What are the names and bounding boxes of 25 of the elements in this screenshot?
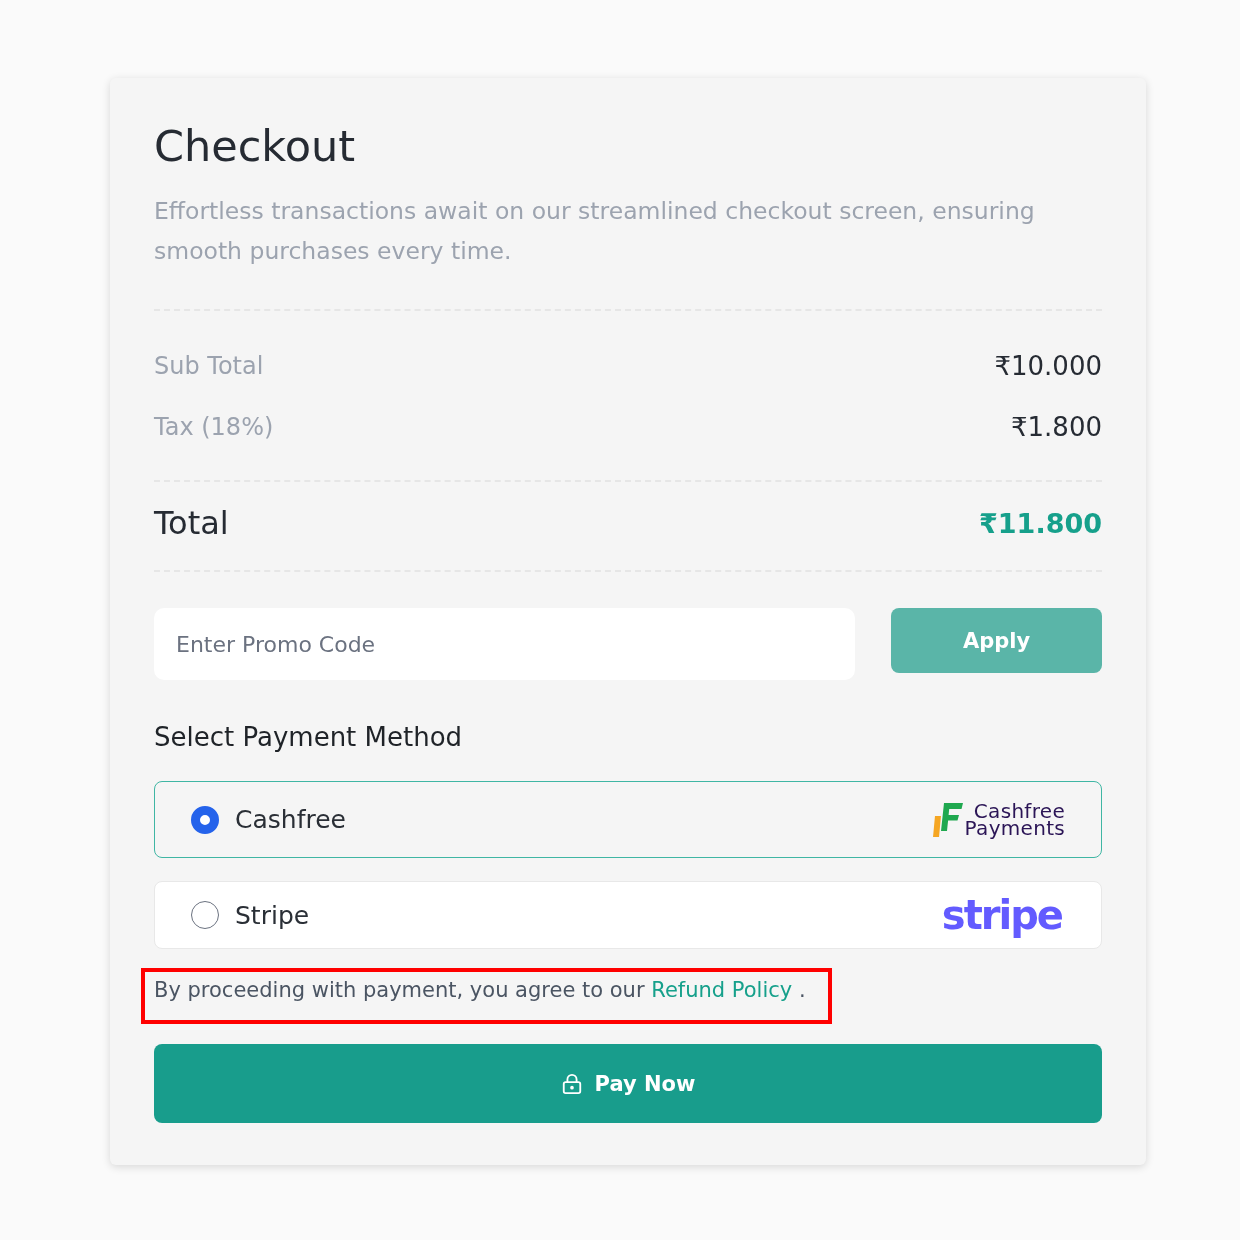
payment-option[interactable]: Stripe stripe xyxy=(154,881,1102,949)
summary-label: Tax (18%) xyxy=(154,413,274,441)
checkout-title: Checkout xyxy=(154,120,357,173)
logo-text: Payments xyxy=(964,819,1065,837)
summary-value: ₹1.800 xyxy=(1011,412,1102,442)
section-heading: Select Payment Method xyxy=(154,721,464,754)
promo-code-field[interactable]: Enter Promo Code xyxy=(154,608,855,680)
checkout-description: Effortless transactions await on our streamlined checkout screen, ensuring smooth purchases every time. xyxy=(154,196,1036,267)
apply-button[interactable]: Apply xyxy=(891,608,1102,673)
lock-icon xyxy=(560,1072,583,1095)
summary-value: ₹10.000 xyxy=(994,351,1102,381)
pay-now-button[interactable]: Pay Now xyxy=(154,1044,1102,1123)
payment-method-label: Cashfree xyxy=(235,805,347,834)
radio-button[interactable] xyxy=(191,805,219,834)
payment-option[interactable]: Cashfree Cashfree Payments xyxy=(154,781,1102,858)
total-value: ₹11.800 xyxy=(979,507,1102,539)
radio-button[interactable] xyxy=(191,901,219,929)
logo-mark-icon xyxy=(932,802,963,837)
refund-policy-link[interactable]: Refund Policy xyxy=(651,978,793,1002)
summary-label: Sub Total xyxy=(154,352,264,380)
logo-text: stripe xyxy=(941,892,1063,938)
logo-text: Cashfree xyxy=(973,802,1065,820)
payment-method-label: Stripe xyxy=(235,900,311,930)
agreement-text: By proceeding with payment, you agree to our Refund Policy . xyxy=(154,977,806,1004)
total-label: Total xyxy=(154,504,229,542)
